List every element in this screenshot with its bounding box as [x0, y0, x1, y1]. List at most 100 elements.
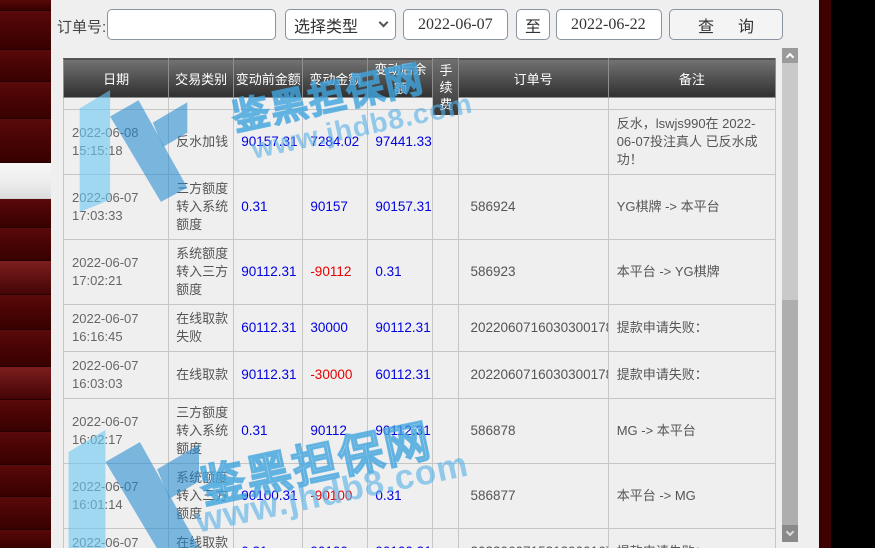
cell-date: 2022-06-08 15:15:18 [64, 110, 169, 175]
cell-amount-change: -90112 [303, 240, 368, 305]
table-row: 2022-06-07 16:16:45 在线取款失败 60112.31 3000… [64, 305, 776, 352]
cell-amount-before: 90100.31 [234, 464, 303, 529]
sidebar-menu-item[interactable] [0, 465, 51, 497]
cell-amount-change: 30000 [303, 305, 368, 352]
cell-date: 2022-06-07 16:03:03 [64, 352, 169, 399]
query-button-label: 查 询 [688, 13, 764, 37]
cell-type: 在线取款失败 [169, 305, 234, 352]
main-content: 订单号: 选择类型 2022-06-07 至 2022-06-22 查 询 [51, 0, 819, 548]
cell-remark: 本平台 -> MG [608, 464, 775, 529]
table-header-row: 日期 交易类别 变动前金额 变动金额 变动后余额 手续费 订单号 备注 [64, 59, 776, 98]
cell-balance-after: 0.31 [368, 464, 433, 529]
cell-type: 在线取款 [169, 352, 234, 399]
app-root: 订单号: 选择类型 2022-06-07 至 2022-06-22 查 询 [0, 0, 875, 548]
cell-type: 反水加钱 [169, 110, 234, 175]
cell-order-number: 586878 [458, 399, 608, 464]
cell-order-number: 2022060716030300178 [458, 305, 608, 352]
cell-amount-before: 90112.31 [234, 240, 303, 305]
cell-amount-change: 90157 [303, 175, 368, 240]
cell-amount-before: 90157.31 [234, 110, 303, 175]
sidebar-menu-item[interactable] [0, 261, 51, 295]
sidebar-menu-item[interactable] [0, 199, 51, 228]
cell-remark: 提款申请失败： [608, 305, 775, 352]
sidebar-menu-item[interactable] [0, 432, 51, 465]
cell-remark: 提款申请失败： [608, 352, 775, 399]
cell-fee [433, 464, 458, 529]
sidebar-menu-item[interactable] [0, 119, 51, 163]
cell-fee [433, 240, 458, 305]
cell-balance-after: 90112.31 [368, 399, 433, 464]
sidebar-menu-item[interactable] [0, 11, 51, 50]
table-row: 2022-06-08 15:15:18 反水加钱 90157.31 7284.0… [64, 110, 776, 175]
cell-amount-change: 7284.02 [303, 110, 368, 175]
cell-fee [433, 305, 458, 352]
vertical-scrollbar[interactable] [782, 48, 798, 542]
sidebar-menu-item[interactable] [0, 0, 51, 11]
cell-fee [433, 110, 458, 175]
sidebar-menu-item[interactable] [0, 295, 51, 330]
scroll-up-button[interactable] [782, 48, 798, 63]
sidebar-menu-item[interactable] [0, 82, 51, 119]
cell-amount-before: 0.31 [234, 529, 303, 548]
date-from-value: 2022-06-07 [418, 16, 493, 34]
cell-amount-change: 90112 [303, 399, 368, 464]
cell-order-number: 586924 [458, 175, 608, 240]
table-row: 2022-06-07 17:03:33 三方额度转入系统额度 0.31 9015… [64, 175, 776, 240]
cell-fee [433, 529, 458, 548]
sidebar-menu-item[interactable] [0, 497, 51, 530]
cell-date: 2022-06-07 16:16:45 [64, 305, 169, 352]
date-to-input[interactable]: 2022-06-22 [556, 9, 662, 40]
cell-order-number: 586877 [458, 464, 608, 529]
cell-order-number: 586923 [458, 240, 608, 305]
query-button[interactable]: 查 询 [669, 9, 783, 40]
header-fee: 手续费 [433, 59, 458, 98]
cell-order-number [458, 110, 608, 175]
sidebar-menu-item[interactable] [0, 330, 51, 367]
sidebar-menu [0, 0, 51, 548]
header-remark: 备注 [608, 59, 775, 98]
cell-fee [433, 352, 458, 399]
header-fee-vertical-text: 手续费 [433, 59, 458, 115]
cell-order-number: 2022060715213900167 [458, 529, 608, 548]
order-number-input[interactable] [107, 9, 276, 40]
scroll-down-button[interactable] [782, 525, 798, 542]
cell-date: 2022-06-07 16:01:14 [64, 464, 169, 529]
cell-date: 2022-06-07 17:03:33 [64, 175, 169, 240]
table-row: 2022-06-07 15:37:06 在线取款失败 0.31 90100 90… [64, 529, 776, 548]
sidebar-menu-item[interactable] [0, 530, 51, 548]
sidebar-menu-item[interactable] [0, 367, 51, 400]
header-amount-before: 变动前金额 [234, 59, 303, 98]
sidebar-active-item[interactable] [0, 163, 51, 199]
sidebar-menu-item[interactable] [0, 400, 51, 432]
cell-fee [433, 399, 458, 464]
type-select[interactable]: 选择类型 [285, 9, 396, 40]
scrollbar-thumb[interactable] [782, 300, 798, 525]
transactions-table: 日期 交易类别 变动前金额 变动金额 变动后余额 手续费 订单号 备注 [63, 58, 777, 548]
sidebar-menu-item[interactable] [0, 50, 51, 82]
chevron-down-icon [379, 18, 389, 28]
sidebar-menu-item[interactable] [0, 228, 51, 261]
cell-balance-after: 60112.31 [368, 352, 433, 399]
table-row: 2022-06-07 17:02:21 系统额度转入三方额度 90112.31 … [64, 240, 776, 305]
right-black-edge [831, 0, 875, 548]
cell-balance-after: 97441.33 [368, 110, 433, 175]
cell-remark: 反水，lswjs990在 2022-06-07投注真人 已反水成功！ [608, 110, 775, 175]
cell-balance-after: 90157.31 [368, 175, 433, 240]
table-row: 2022-06-07 16:01:14 系统额度转入三方额度 90100.31 … [64, 464, 776, 529]
chevron-down-icon [786, 528, 794, 536]
cell-amount-before: 0.31 [234, 175, 303, 240]
cell-amount-before: 60112.31 [234, 305, 303, 352]
cell-balance-after: 90112.31 [368, 305, 433, 352]
cell-amount-change: -90100 [303, 464, 368, 529]
cell-order-number: 2022060716030300178 [458, 352, 608, 399]
order-number-label: 订单号: [57, 16, 106, 37]
table-row: 2022-06-07 16:03:03 在线取款 90112.31 -30000… [64, 352, 776, 399]
header-date: 日期 [64, 59, 169, 98]
date-from-input[interactable]: 2022-06-07 [403, 9, 508, 40]
date-to-value: 2022-06-22 [571, 16, 646, 34]
cell-remark: YG棋牌 -> 本平台 [608, 175, 775, 240]
cell-type: 系统额度转入三方额度 [169, 464, 234, 529]
right-red-stripe [819, 0, 831, 548]
cell-remark: 提款申请失败： [608, 529, 775, 548]
type-select-value: 选择类型 [294, 13, 358, 37]
